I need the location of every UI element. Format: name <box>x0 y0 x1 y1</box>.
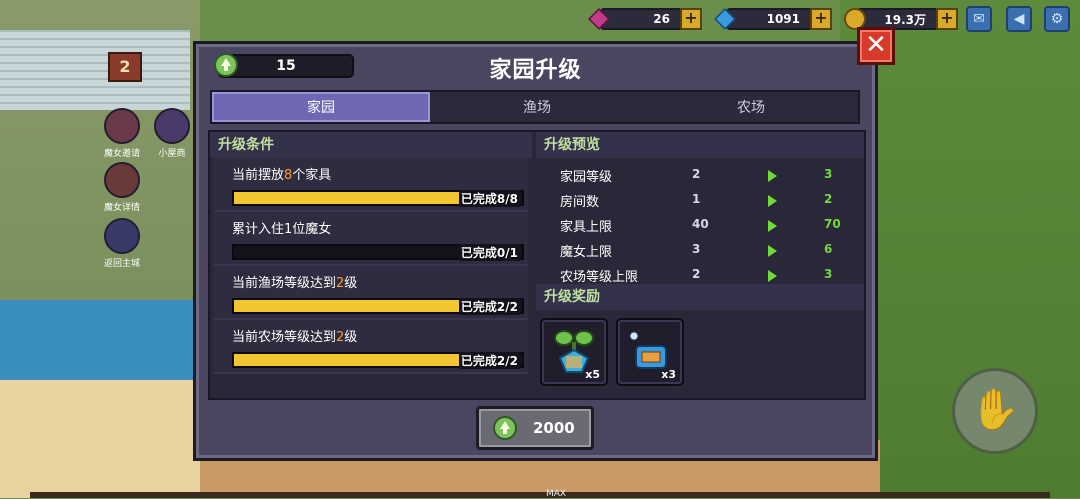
sidebar-item-shop[interactable]: 小屋商 <box>152 108 192 159</box>
condition-progress-bar: 已完成8/8 <box>232 190 524 207</box>
arrow-right-icon <box>768 170 777 182</box>
sidebar-item-label: 魔女邀请 <box>103 149 140 159</box>
dialog-content: 升级条件 当前摆放8个家具 已完成8/8 累计入住1位魔女 已完成0/1 当前渔… <box>208 130 866 400</box>
preview-row: 房间数 1 2 <box>560 192 833 210</box>
blue-gem-value: 1091 <box>766 12 800 26</box>
pink-gem-value: 26 <box>653 12 670 26</box>
reward-item[interactable]: x5 <box>540 318 608 386</box>
sidebar-item-label: 魔女详情 <box>103 203 140 213</box>
water <box>0 300 200 380</box>
condition-progress-bar: 已完成2/2 <box>232 298 524 315</box>
condition-progress-bar: 已完成2/2 <box>232 352 524 369</box>
conditions-header: 升级条件 <box>210 132 532 158</box>
arrow-right-icon <box>768 270 777 282</box>
reward-item[interactable]: x3 <box>616 318 684 386</box>
close-button[interactable]: ✕ <box>857 27 895 65</box>
shop-icon <box>154 108 190 144</box>
dialog-title: 家园升级 <box>489 58 582 83</box>
progress-fill <box>234 354 471 366</box>
witch-invite-icon <box>104 108 140 144</box>
condition-row: 累计入住1位魔女 已完成0/1 <box>214 212 528 266</box>
preview-header: 升级预览 <box>536 132 864 158</box>
sidebar-item-label: 返回主城 <box>103 259 140 269</box>
tab-fishery[interactable]: 渔场 <box>430 92 644 122</box>
progress-fill <box>234 300 471 312</box>
preview-row: 家具上限 40 70 <box>560 217 841 235</box>
arrow-right-icon <box>768 245 777 257</box>
settings-icon[interactable]: ⚙ <box>1044 6 1070 32</box>
exp-bar <box>30 492 1050 498</box>
blue-gem-counter: 1091 + <box>714 8 832 30</box>
sidebar-item-witch-invite[interactable]: 魔女邀请 <box>100 108 144 159</box>
condition-status: 已完成0/1 <box>458 244 520 261</box>
interact-hand-icon[interactable]: ✋ <box>952 368 1038 454</box>
tab-home[interactable]: 家园 <box>212 92 430 122</box>
preview-list[interactable]: 家园等级 2 3 房间数 1 2 家具上限 40 70 魔女上限 3 6 农场等级上限 2 3 <box>536 158 864 284</box>
condition-progress-bar: 已完成0/1 <box>232 244 524 261</box>
witch-detail-icon <box>104 162 140 198</box>
add-pink-gem-button[interactable]: + <box>680 8 702 30</box>
add-blue-gem-button[interactable]: + <box>810 8 832 30</box>
upgrade-arrow-icon <box>493 416 517 440</box>
preview-row: 农场等级上限 2 3 <box>560 267 833 284</box>
upgrade-button[interactable]: 2000 <box>476 406 594 450</box>
reward-count: x3 <box>661 368 676 381</box>
sidebar-item-label: 小屋商 <box>158 149 186 159</box>
wooden-dock <box>0 30 190 110</box>
rewards-header: 升级奖励 <box>536 284 864 310</box>
house-badge-number: 2 <box>119 57 131 76</box>
condition-status: 已完成2/2 <box>458 298 520 315</box>
condition-text: 当前渔场等级达到2级 <box>232 276 358 291</box>
upgrade-dialog: 15 家园升级 ✕ 家园 渔场 农场 升级条件 当前摆放8个家具 已完成8/8 … <box>193 27 895 461</box>
house-badge[interactable]: 2 <box>108 52 142 82</box>
progress-fill <box>234 192 471 204</box>
condition-row: 当前农场等级达到2级 已完成2/2 <box>214 320 528 374</box>
reward-count: x5 <box>585 368 600 381</box>
condition-status: 已完成8/8 <box>458 190 520 207</box>
dialog-header: 15 家园升级 ✕ <box>196 27 895 88</box>
preview-row: 家园等级 2 3 <box>560 167 833 185</box>
arrow-right-icon <box>768 220 777 232</box>
condition-row: 当前渔场等级达到2级 已完成2/2 <box>214 266 528 320</box>
condition-text: 当前农场等级达到2级 <box>232 330 358 345</box>
conditions-panel: 升级条件 当前摆放8个家具 已完成8/8 累计入住1位魔女 已完成0/1 当前渔… <box>210 132 532 398</box>
tab-bar: 家园 渔场 农场 <box>210 90 860 124</box>
tab-farm[interactable]: 农场 <box>644 92 858 122</box>
sound-icon[interactable]: ◀ <box>1006 6 1032 32</box>
preview-panel: 升级预览 家园等级 2 3 房间数 1 2 家具上限 40 70 魔女上限 3 6 农场等级上限… <box>536 132 864 398</box>
gold-value: 19.3万 <box>884 12 926 27</box>
pink-gem-counter: 26 + <box>588 8 702 30</box>
sidebar-item-witch-detail[interactable]: 魔女详情 <box>100 162 144 213</box>
condition-row: 当前摆放8个家具 已完成8/8 <box>214 158 528 212</box>
preview-row: 魔女上限 3 6 <box>560 242 833 260</box>
mail-icon[interactable]: ✉ <box>966 6 992 32</box>
condition-status: 已完成2/2 <box>458 352 520 369</box>
condition-text: 当前摆放8个家具 <box>232 168 332 183</box>
add-gold-button[interactable]: + <box>936 8 958 30</box>
sidebar-item-return-city[interactable]: 返回主城 <box>100 218 144 269</box>
upgrade-cost: 2000 <box>533 419 575 437</box>
arrow-right-icon <box>768 195 777 207</box>
castle-icon <box>104 218 140 254</box>
rewards-list: x5 x3 <box>536 310 864 400</box>
sand <box>0 380 200 498</box>
condition-text: 累计入住1位魔女 <box>232 222 332 237</box>
